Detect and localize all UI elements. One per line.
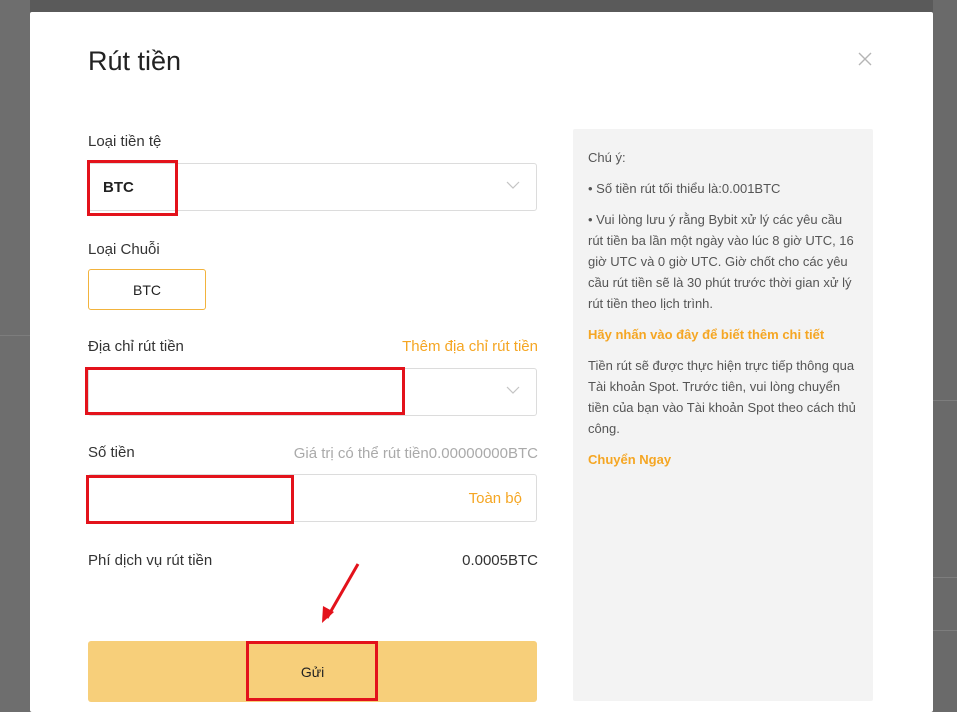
background-divider (0, 335, 30, 336)
modal-title: Rút tiền (88, 46, 182, 76)
background-divider (933, 630, 957, 631)
notice-schedule: • Vui lòng lưu ý rằng Bybit xử lý các yê… (588, 212, 854, 311)
withdraw-modal: Rút tiền Loại tiền tệ BTC Loại Chuỗi BTC… (30, 12, 933, 712)
background-overlay-right (933, 0, 957, 712)
background-divider (933, 400, 957, 401)
chevron-down-icon (506, 386, 520, 394)
notice-min-amount: • Số tiền rút tối thiểu là:0.001BTC (588, 181, 781, 196)
chain-option-btc[interactable]: BTC (88, 269, 206, 310)
currency-label: Loại tiền tệ (88, 133, 162, 150)
notice-details-link[interactable]: Hãy nhấn vào đây để biết thêm chi tiết (588, 324, 859, 345)
withdraw-all-button[interactable]: Toàn bộ (469, 490, 522, 507)
notice-panel: Chú ý: • Số tiền rút tối thiểu là:0.001B… (573, 129, 873, 701)
address-label: Địa chỉ rút tiền (88, 338, 184, 355)
notice-transfer-link[interactable]: Chuyển Ngay (588, 449, 859, 470)
notice-heading: Chú ý: (588, 150, 626, 165)
available-amount: Giá trị có thể rút tiền0.00000000BTC (293, 445, 538, 462)
submit-highlight-box (246, 641, 378, 701)
address-highlight-box (85, 367, 405, 415)
currency-highlight-box (87, 160, 178, 216)
notice-spot-info: Tiền rút sẽ được thực hiện trực tiếp thô… (588, 358, 856, 436)
chevron-down-icon (506, 181, 520, 189)
annotation-arrow-icon (322, 563, 360, 623)
add-address-link[interactable]: Thêm địa chỉ rút tiền (402, 338, 538, 355)
fee-label: Phí dịch vụ rút tiền (88, 552, 213, 569)
close-icon[interactable] (856, 50, 874, 68)
amount-highlight-box (86, 475, 294, 524)
fee-value: 0.0005BTC (462, 552, 538, 569)
background-overlay-left (0, 0, 30, 712)
amount-label: Số tiền (88, 444, 135, 461)
background-divider (933, 577, 957, 578)
chain-label: Loại Chuỗi (88, 241, 160, 258)
